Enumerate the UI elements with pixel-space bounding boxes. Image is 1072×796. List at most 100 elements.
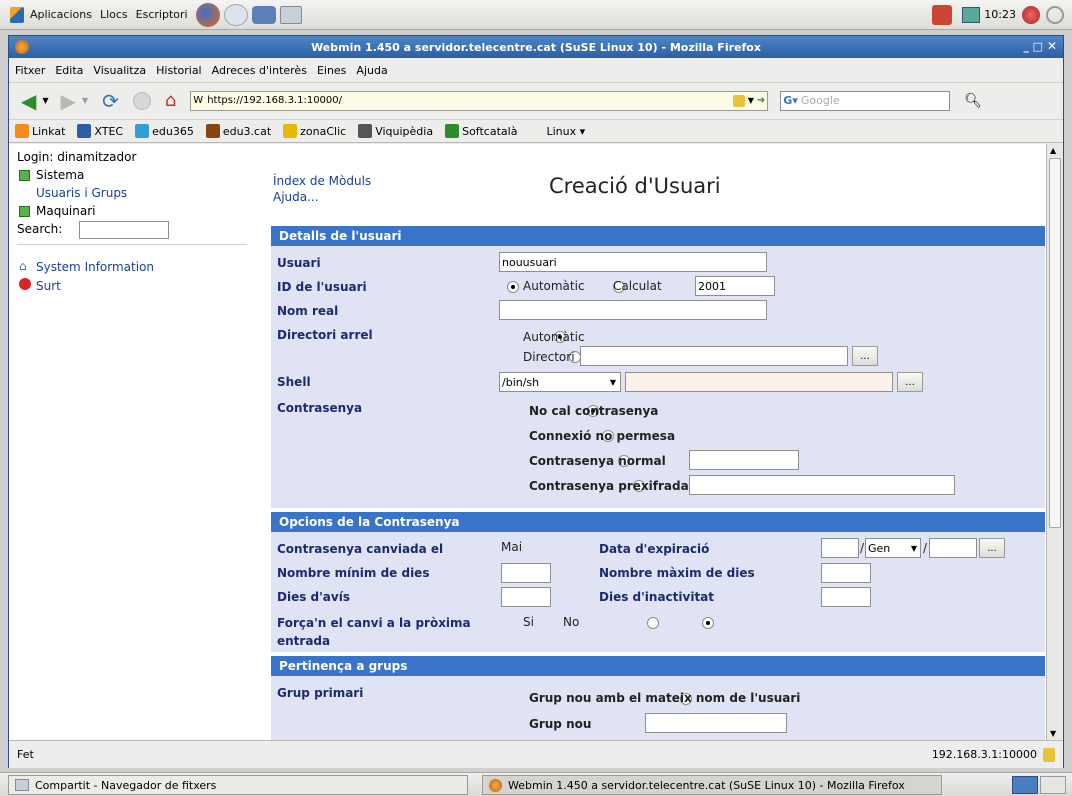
max-days-input[interactable]	[821, 563, 871, 583]
bookmark-3[interactable]: edu3.cat	[205, 124, 271, 138]
search-box[interactable]: G▾ Google	[780, 90, 951, 111]
scroll-up-icon[interactable]: ▲	[1050, 146, 1056, 155]
bookmark-0[interactable]: Linkat	[15, 124, 65, 138]
min-days-input[interactable]	[501, 563, 551, 583]
warn-days-input[interactable]	[501, 587, 551, 607]
force-yes-radio[interactable]	[646, 617, 659, 629]
menu-historial[interactable]: Historial	[156, 64, 201, 77]
network-tray-icon[interactable]	[932, 4, 953, 25]
page-content: Login: dinamitzador Sistema Usuaris i Gr…	[9, 144, 1046, 740]
menu-aplicacions[interactable]: Aplicacions	[30, 8, 92, 21]
menu-fitxer[interactable]: Fitxer	[15, 64, 45, 77]
uid-calc-label: Calculat	[613, 279, 662, 293]
shell-custom-input[interactable]	[625, 372, 893, 392]
login-label: Login: dinamitzador	[17, 150, 137, 164]
menu-ajuda[interactable]: Ajuda	[356, 64, 387, 77]
sidebar-divider	[17, 244, 247, 245]
uid-input[interactable]: 2001	[695, 276, 775, 296]
gnome-logo-icon[interactable]	[10, 6, 24, 23]
shell-select[interactable]: /bin/sh ▼	[499, 372, 621, 392]
mail-launcher-icon[interactable]	[223, 3, 248, 26]
help-link[interactable]: Ajuda...	[273, 190, 319, 204]
bookmark-6[interactable]: Softcatalà	[445, 124, 517, 138]
window-titlebar[interactable]: Webmin 1.450 a servidor.telecentre.cat (…	[9, 36, 1063, 58]
bookmark-icon	[135, 124, 150, 138]
logout-link[interactable]: Surt	[36, 279, 61, 293]
url-dropdown-icon[interactable]: ▼	[748, 96, 754, 105]
task-firefox[interactable]: Webmin 1.450 a servidor.telecentre.cat (…	[482, 775, 942, 795]
pass-encrypted-input[interactable]	[689, 475, 955, 495]
search-go-icon[interactable]: 🔍︎	[964, 93, 982, 109]
uid-auto-radio[interactable]	[507, 281, 519, 293]
usuari-input[interactable]: nouusuari	[499, 252, 767, 272]
firefox-launcher-icon[interactable]	[195, 2, 220, 27]
home-icon[interactable]: ⌂	[165, 90, 176, 111]
bookmark-1[interactable]: XTEC	[77, 124, 123, 138]
category-maquinari[interactable]: Maquinari	[36, 204, 96, 218]
expiry-year-input[interactable]	[929, 538, 977, 558]
menu-visualitza[interactable]: Visualitza	[93, 64, 146, 77]
force-change-label: Força'n el canvi a la pròxima entrada	[277, 616, 471, 648]
url-bar[interactable]: W https://192.168.3.1:10000/ ▼ ➜	[190, 90, 769, 111]
close-icon[interactable]: ✕	[1047, 39, 1057, 53]
scroll-down-icon[interactable]: ▼	[1050, 729, 1056, 738]
bookmark-icon	[445, 124, 460, 138]
vertical-scrollbar[interactable]: ▲ ▼	[1046, 144, 1063, 740]
tools-launcher-icon[interactable]	[251, 5, 276, 24]
expiry-label: Data d'expiració	[599, 542, 710, 556]
stop-icon[interactable]	[132, 91, 151, 110]
bookmark-5[interactable]: Viquipèdia	[358, 124, 433, 138]
force-no-radio[interactable]	[702, 617, 714, 629]
menu-eines[interactable]: Eines	[317, 64, 346, 77]
volume-icon[interactable]	[1046, 5, 1064, 24]
sidebar-search-input[interactable]	[79, 221, 169, 239]
expiry-day-input[interactable]	[821, 538, 859, 558]
workspace-2[interactable]	[1040, 776, 1066, 794]
bookmark-label: edu365	[152, 124, 194, 138]
shell-browse-button[interactable]: ...	[897, 372, 923, 392]
chevron-down-icon: ▼	[609, 377, 616, 387]
system-information-link[interactable]: System Information	[36, 260, 154, 274]
bookmark-4[interactable]: zonaClic	[283, 124, 346, 138]
go-icon[interactable]: ➜	[757, 95, 765, 106]
menu-edita[interactable]: Edita	[55, 64, 83, 77]
pass-encrypted-label: Contrasenya prexifrada	[529, 479, 689, 493]
bookmark-7[interactable]: Linux ▾	[529, 124, 585, 138]
home-dir-input[interactable]	[580, 346, 848, 366]
maximize-icon[interactable]: □	[1033, 40, 1043, 53]
lock-icon[interactable]	[732, 94, 745, 107]
back-history-icon[interactable]: ▼	[42, 96, 48, 105]
menubar: Fitxer Edita Visualitza Historial Adrece…	[9, 59, 1063, 81]
module-index-link[interactable]: Índex de Mòduls	[273, 174, 371, 188]
forward-history-icon[interactable]: ▼	[82, 96, 88, 105]
minimize-icon[interactable]: _	[1024, 40, 1030, 53]
update-tray-icon[interactable]	[1022, 5, 1040, 24]
menu-adreces[interactable]: Adreces d'interès	[212, 64, 307, 77]
pass-normal-input[interactable]	[689, 450, 799, 470]
taskbar: Compartit - Navegador de fitxers Webmin …	[0, 772, 1072, 796]
group-new-input[interactable]	[645, 713, 787, 733]
back-icon[interactable]: ◀	[21, 89, 36, 113]
module-usuaris[interactable]: Usuaris i Grups	[36, 186, 127, 200]
files-launcher-icon[interactable]	[279, 5, 302, 24]
expiry-month-select[interactable]: Gen ▼	[865, 538, 921, 558]
category-sistema[interactable]: Sistema	[36, 168, 84, 182]
uid-label: ID de l'usuari	[277, 280, 367, 294]
inactive-days-input[interactable]	[821, 587, 871, 607]
lock-icon[interactable]	[1043, 747, 1055, 762]
workspace-1[interactable]	[1012, 776, 1038, 794]
bookmark-2[interactable]: edu365	[135, 124, 194, 138]
home-dir-browse-button[interactable]: ...	[852, 346, 878, 366]
real-name-input[interactable]	[499, 300, 767, 320]
menu-escriptori[interactable]: Escriptori	[136, 8, 188, 21]
scroll-thumb[interactable]	[1049, 158, 1061, 528]
reload-icon[interactable]: ⟳	[102, 89, 119, 113]
forward-icon[interactable]: ▶	[61, 89, 76, 113]
task-files[interactable]: Compartit - Navegador de fitxers	[8, 775, 468, 795]
bookmark-label: zonaClic	[300, 124, 347, 138]
menu-llocs[interactable]: Llocs	[100, 8, 128, 21]
clock[interactable]: 10:23	[984, 8, 1016, 21]
window-app-icon	[15, 40, 29, 54]
google-icon[interactable]: G▾	[783, 94, 798, 107]
expiry-calendar-button[interactable]: ...	[979, 538, 1005, 558]
